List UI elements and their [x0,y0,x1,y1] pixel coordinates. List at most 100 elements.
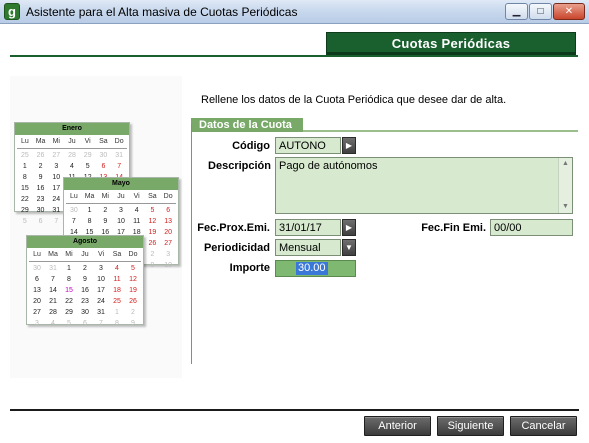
scroll-up-icon[interactable]: ▲ [559,158,572,170]
close-button[interactable]: ✕ [553,3,585,20]
calendar-day: 7 [117,163,122,170]
calendar-day: 27 [164,240,173,247]
calendar-day: 10 [52,174,61,181]
calendar-day: 1 [22,163,27,170]
calendar-day: 5 [22,218,27,225]
calendar-month-title: Agosto [27,236,143,248]
calendar-day: 9 [83,276,87,283]
calendar-day-name: Ma [84,193,95,200]
footer-divider [10,409,579,411]
calendar-day: 2 [38,163,43,170]
calendar-day: 3 [54,163,59,170]
calendar-day: 1 [87,207,92,214]
periodicidad-label: Periodicidad [203,242,270,254]
calendar-day: 6 [35,276,39,283]
calendar-day: 24 [52,196,61,203]
calendar-day: 7 [99,320,103,327]
calendar-day: 3 [35,320,39,327]
close-icon: ✕ [564,6,574,17]
instruction-text: Rellene los datos de la Cuota Periódica … [201,94,507,106]
calendar-day: 5 [131,265,135,272]
anterior-button[interactable]: Anterior [364,416,431,436]
fec-fin-emi-field[interactable]: 00/00 [490,219,573,236]
calendar-day: 1 [67,265,71,272]
calendar-day: 21 [49,298,57,305]
descripcion-text: Pago de autónomos [279,160,378,172]
fec-prox-emi-field[interactable]: 31/01/17 [275,219,341,236]
periodicidad-select[interactable]: Mensual [275,239,341,256]
header-banner: Cuotas Periódicas [326,32,576,55]
calendar-day: 29 [83,152,92,159]
calendar-day: 15 [65,287,73,294]
siguiente-button[interactable]: Siguiente [437,416,504,436]
calendar-day: 3 [166,251,171,258]
calendar-day: 8 [67,276,71,283]
calendar-day: 20 [164,229,173,236]
calendar-day: 25 [20,152,29,159]
calendar-day: 4 [51,320,55,327]
maximize-icon: □ [537,6,544,17]
codigo-lookup-button[interactable]: ▶ [342,137,356,154]
calendar-day: 6 [83,320,87,327]
calendar-day-name: Mi [65,251,73,258]
cancelar-button[interactable]: Cancelar [510,416,577,436]
calendar-day: 8 [115,320,119,327]
calendar-day: 23 [81,298,89,305]
calendar-day: 13 [33,287,41,294]
calendar-day-name: Ju [68,138,76,145]
calendar-day-name: Lu [20,138,29,145]
calendar-day: 31 [49,265,57,272]
calendar-day: 30 [99,152,108,159]
calendar-day: 9 [38,174,43,181]
calendar-day: 29 [20,207,29,214]
codigo-field[interactable]: AUTONO [275,137,341,154]
minimize-button[interactable]: ▁ [505,3,528,20]
importe-field[interactable]: 30.00 [275,260,356,277]
periodicidad-dropdown-button[interactable]: ▼ [342,239,356,256]
section-header: Datos de la Cuota [191,118,578,132]
calendar-day-name: Lu [69,193,78,200]
calendar-day: 4 [134,207,139,214]
calendar-day: 5 [67,320,71,327]
calendar-day: 22 [20,196,29,203]
header-title: Cuotas Periódicas [391,36,511,51]
calendar-day: 10 [97,276,105,283]
calendar-day-name: Vi [84,138,91,145]
calendar-day-name: Mi [52,138,60,145]
calendar-day: 27 [52,152,61,159]
calendar-day: 7 [54,218,59,225]
calendar-day-name: Do [114,138,124,145]
fec-fin-emi-label: Fec.Fin Emi. [421,222,486,234]
calendar-day: 25 [113,298,121,305]
calendar-day: 31 [97,309,105,316]
calendar-day-names: Lu Ma Mi Ju Vi Sa Do [15,135,129,148]
calendar-day: 12 [129,276,137,283]
calendar-day: 22 [65,298,73,305]
arrow-right-icon: ▶ [345,141,353,150]
calendar-day: 6 [101,163,106,170]
calendar-day: 2 [150,251,155,258]
fec-prox-emi-button[interactable]: ▶ [342,219,356,236]
calendar-day: 20 [33,298,41,305]
calendar-day: 6 [166,207,171,214]
maximize-button[interactable]: □ [529,3,552,20]
calendar-day: 12 [148,218,157,225]
calendar-day: 24 [97,298,105,305]
calendar-day: 16 [36,185,45,192]
calendar-day: 3 [99,265,103,272]
calendar-day: 26 [129,298,137,305]
calendar-day: 13 [164,218,173,225]
calendar-day: 3 [119,207,123,214]
calendar-day-name: Ju [117,193,125,200]
scroll-down-icon[interactable]: ▼ [559,201,572,213]
calendar-day: 6 [38,218,43,225]
calendar-day-name: Sa [112,251,122,258]
descripcion-label: Descripción [208,160,271,172]
descripcion-scrollbar[interactable]: ▲ ▼ [558,158,572,213]
calendar-day: 2 [131,309,135,316]
chevron-down-icon: ▼ [345,243,353,252]
descripcion-field[interactable]: Pago de autónomos ▲ ▼ [275,157,573,214]
calendar-day-name: Vi [133,193,140,200]
calendar-day: 10 [164,262,173,269]
calendar-day: 11 [113,276,121,283]
